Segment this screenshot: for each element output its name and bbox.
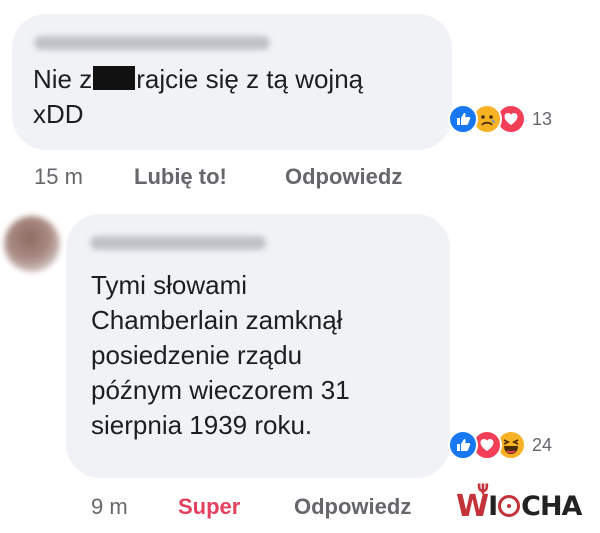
super-reaction-button-2[interactable]: Super [178,494,240,520]
logo-letters-cha: CHA [521,490,582,522]
comment-text-2: Tymi słowami Chamberlain zamknął posiedz… [91,270,350,440]
reaction-count-1: 13 [532,108,553,129]
wiocha-logo: W I CHA Ψ [456,482,591,524]
logo-wheel-icon [498,495,521,517]
logo-letter-i: I [488,490,498,522]
blurred-author-name-2 [90,236,266,250]
like-icon [448,104,478,134]
reactions-summary-2[interactable]: 24 [448,428,552,462]
comment-time-2[interactable]: 9 m [91,494,128,520]
comment-text-1-start: Nie z [33,64,93,94]
comment-text-1: Nie z rajcie się z tą wojną xDD [33,62,363,132]
reaction-count-2: 24 [532,434,553,455]
blurred-author-name-1 [34,36,270,50]
reactions-summary-1[interactable]: 13 [448,102,552,136]
logo-fork-icon: Ψ [477,482,489,498]
reply-button-1[interactable]: Odpowiedz [285,164,402,190]
like-icon [448,430,478,460]
censor-bar [93,66,136,90]
comment-time-1[interactable]: 15 m [34,164,83,190]
avatar[interactable] [4,216,60,272]
reply-button-2[interactable]: Odpowiedz [294,494,411,520]
like-button-1[interactable]: Lubię to! [134,164,227,190]
